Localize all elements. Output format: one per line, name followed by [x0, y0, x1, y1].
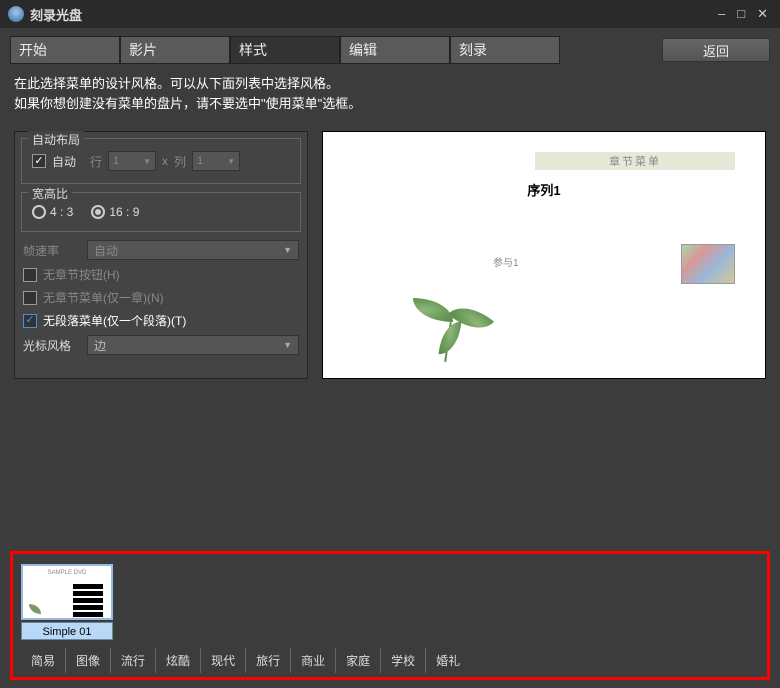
- cat-modern[interactable]: 现代: [201, 648, 246, 673]
- close-button[interactable]: ✕: [753, 6, 772, 22]
- tab-start[interactable]: 开始: [10, 36, 120, 64]
- radio-169-item[interactable]: 16 : 9: [91, 205, 139, 219]
- preview-panel: 章节菜单 序列1 参与1: [322, 131, 766, 379]
- no-paragraph-row: 无段落菜单(仅一个段落)(T): [23, 312, 299, 329]
- framerate-label: 帧速率: [23, 242, 79, 259]
- preview-thumbnail: [681, 244, 735, 284]
- cat-travel[interactable]: 旅行: [246, 648, 291, 673]
- style-thumb-label: Simple 01: [43, 626, 92, 638]
- auto-layout-legend: 自动布局: [28, 131, 84, 148]
- no-chapter-btn-row: 无章节按钮(H): [23, 266, 299, 283]
- style-thumb-simple01[interactable]: SAMPLE DVD Simple 01: [21, 564, 113, 640]
- no-chapter-menu-checkbox[interactable]: [23, 291, 37, 305]
- no-chapter-menu-label: 无章节菜单(仅一章)(N): [43, 289, 164, 306]
- main-content: 开始 影片 样式 编辑 刻录 返回 在此选择菜单的设计风格。可以从下面列表中选择…: [0, 28, 780, 688]
- content-row: 自动布局 自动 行 1 x 列 1 宽高比 4 : 3: [10, 131, 770, 389]
- cat-wedding[interactable]: 婚礼: [426, 648, 470, 673]
- cat-family[interactable]: 家庭: [336, 648, 381, 673]
- row-label: 行: [90, 153, 102, 170]
- style-picker-area: SAMPLE DVD Simple 01 简易 图像 流行 炫酷 现代 旅行 商…: [10, 551, 770, 680]
- cat-cool[interactable]: 炫酷: [156, 648, 201, 673]
- framerate-row: 帧速率 自动: [23, 240, 299, 260]
- radio-169: [91, 205, 105, 219]
- col-select[interactable]: 1: [192, 151, 240, 171]
- titlebar-left: 刻录光盘: [8, 5, 82, 24]
- cat-business[interactable]: 商业: [291, 648, 336, 673]
- auto-layout-fieldset: 自动布局 自动 行 1 x 列 1: [21, 138, 301, 184]
- auto-checkbox[interactable]: [32, 154, 46, 168]
- category-row: 简易 图像 流行 炫酷 现代 旅行 商业 家庭 学校 婚礼: [21, 648, 759, 673]
- tab-burn[interactable]: 刻录: [450, 36, 560, 64]
- auto-label: 自动: [52, 153, 76, 170]
- desc-line2: 如果你想创建没有菜单的盘片，请不要选中"使用菜单"选框。: [14, 94, 766, 114]
- ratio-43-label: 4 : 3: [50, 205, 73, 219]
- style-thumb-header: SAMPLE DVD: [27, 570, 107, 576]
- cat-image[interactable]: 图像: [66, 648, 111, 673]
- no-chapter-btn-checkbox[interactable]: [23, 268, 37, 282]
- aspect-fieldset: 宽高比 4 : 3 16 : 9: [21, 192, 301, 232]
- leaf-decoration: [413, 298, 503, 368]
- window-controls: – □ ✕: [714, 6, 772, 22]
- ratio-169-label: 16 : 9: [109, 205, 139, 219]
- no-chapter-btn-label: 无章节按钮(H): [43, 266, 120, 283]
- row-select[interactable]: 1: [108, 151, 156, 171]
- settings-panel: 自动布局 自动 行 1 x 列 1 宽高比 4 : 3: [14, 131, 308, 379]
- desc-line1: 在此选择菜单的设计风格。可以从下面列表中选择风格。: [14, 74, 766, 94]
- aspect-legend: 宽高比: [28, 185, 72, 202]
- cursor-style-label: 光标风格: [23, 337, 79, 354]
- preview-header: 章节菜单: [535, 152, 735, 170]
- no-paragraph-checkbox[interactable]: [23, 314, 37, 328]
- app-icon: [8, 6, 24, 22]
- description: 在此选择菜单的设计风格。可以从下面列表中选择风格。 如果你想创建没有菜单的盘片，…: [14, 74, 766, 113]
- style-thumb-label-box: Simple 01: [21, 622, 113, 640]
- cursor-style-select[interactable]: 边: [87, 335, 299, 355]
- no-paragraph-label: 无段落菜单(仅一个段落)(T): [43, 312, 186, 329]
- style-thumbnails: SAMPLE DVD Simple 01: [21, 564, 759, 640]
- cat-school[interactable]: 学校: [381, 648, 426, 673]
- style-thumb-image: SAMPLE DVD: [21, 564, 113, 620]
- cat-simple[interactable]: 简易: [21, 648, 66, 673]
- tab-edit[interactable]: 编辑: [340, 36, 450, 64]
- tab-bar: 开始 影片 样式 编辑 刻录 返回: [10, 36, 770, 64]
- cursor-style-row: 光标风格 边: [23, 335, 299, 355]
- x-label: x: [162, 154, 168, 168]
- maximize-button[interactable]: □: [733, 6, 749, 22]
- minimize-button[interactable]: –: [714, 6, 729, 22]
- radio-43: [32, 205, 46, 219]
- no-chapter-menu-row: 无章节菜单(仅一章)(N): [23, 289, 299, 306]
- preview-sequence: 序列1: [527, 180, 560, 199]
- radio-43-item[interactable]: 4 : 3: [32, 205, 73, 219]
- return-button[interactable]: 返回: [662, 38, 770, 62]
- preview-small-text: 参与1: [493, 254, 519, 269]
- titlebar: 刻录光盘 – □ ✕: [0, 0, 780, 28]
- cat-pop[interactable]: 流行: [111, 648, 156, 673]
- tab-movie[interactable]: 影片: [120, 36, 230, 64]
- col-label: 列: [174, 153, 186, 170]
- tab-style[interactable]: 样式: [230, 36, 340, 64]
- framerate-select[interactable]: 自动: [87, 240, 299, 260]
- window-title: 刻录光盘: [30, 5, 82, 24]
